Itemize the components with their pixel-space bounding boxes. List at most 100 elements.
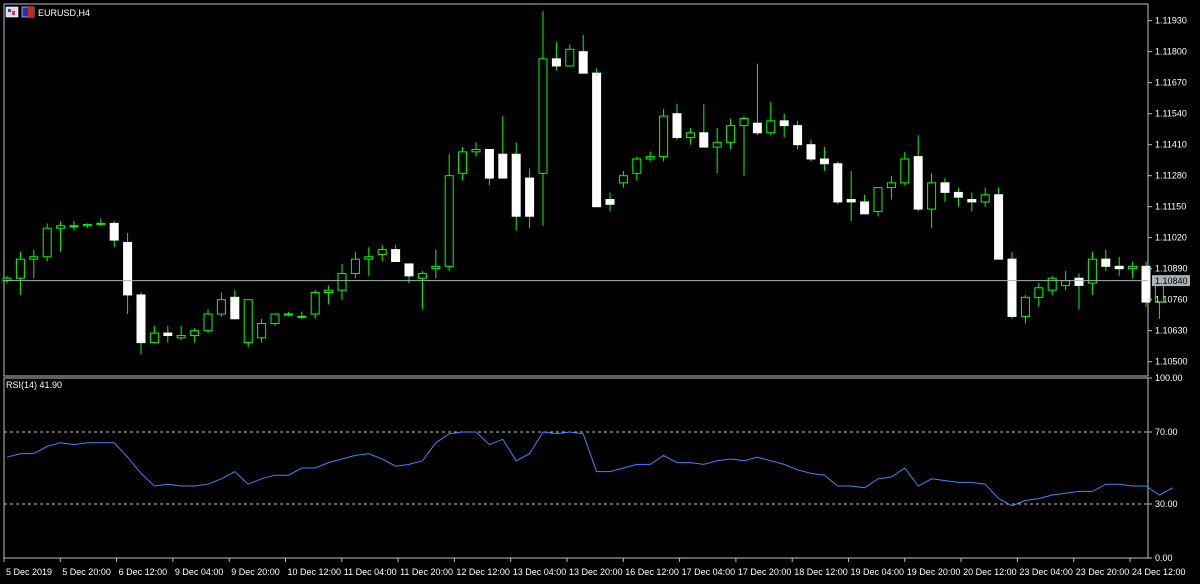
chart-window: EURUSD,H4 1.119301.118001.116701.115401.… <box>2 3 1190 577</box>
candle <box>672 104 682 140</box>
candle <box>806 139 816 162</box>
bull-candle-body <box>431 265 441 270</box>
candle <box>149 325 159 344</box>
bull-candle-body <box>618 175 628 184</box>
symbol-flag-icon <box>21 6 35 18</box>
candle <box>1128 261 1138 279</box>
rsi-line <box>6 431 1174 507</box>
rsi-tick-label: 0.00 <box>1155 553 1173 563</box>
candle <box>846 170 856 221</box>
bull-candle-body <box>149 332 159 344</box>
bull-candle-body <box>283 313 293 316</box>
bear-candle-body <box>163 332 173 336</box>
bull-candle-body <box>632 158 642 174</box>
bull-candle-body <box>659 115 669 158</box>
candle <box>551 42 561 71</box>
price-tick-label: 1.11930 <box>1155 16 1187 26</box>
bear-candle-body <box>498 153 508 179</box>
time-tick-label: 23 Dec 20:00 <box>1076 567 1130 577</box>
rsi-border <box>3 377 1149 559</box>
bull-candle-body <box>243 299 253 344</box>
bear-candle-body <box>833 163 843 203</box>
candle <box>538 11 548 226</box>
time-tick-label: 11 Dec 20:00 <box>400 567 453 577</box>
bull-candle-body <box>15 258 25 279</box>
candle <box>632 156 642 181</box>
price-tick-label: 1.10760 <box>1155 295 1188 305</box>
candle <box>109 221 119 248</box>
candle <box>337 263 347 300</box>
price-tick-label: 1.10890 <box>1155 264 1188 274</box>
bull-candle-body <box>685 132 695 139</box>
candle <box>69 221 79 231</box>
time-tick-label: 5 Dec 20:00 <box>62 567 111 577</box>
candle <box>297 311 307 319</box>
price-tick-label: 1.11280 <box>1155 171 1187 181</box>
bear-candle-body <box>672 113 682 139</box>
candle <box>364 247 374 276</box>
bear-candle-body <box>1074 277 1084 286</box>
time-tick-label: 19 Dec 04:00 <box>851 567 905 577</box>
bull-candle-body <box>69 225 79 228</box>
candle <box>82 223 92 229</box>
bear-candle-body <box>551 58 561 67</box>
bull-candle-body <box>739 117 749 127</box>
bull-candle-body <box>900 158 910 184</box>
bull-candle-body <box>1020 296 1030 317</box>
candle <box>190 328 200 343</box>
candle <box>243 299 253 348</box>
chart-window-icon <box>5 6 19 18</box>
candle <box>779 113 789 138</box>
bear-candle-body <box>1101 258 1111 267</box>
candle <box>659 108 669 162</box>
bear-candle-body <box>592 72 602 208</box>
candle <box>484 148 494 186</box>
bear-candle-body <box>511 153 521 217</box>
time-tick-label: 19 Dec 20:00 <box>907 567 961 577</box>
bull-candle-body <box>927 182 937 210</box>
candle <box>860 194 870 215</box>
candle <box>685 128 695 145</box>
price-tick-label: 1.11150 <box>1155 202 1186 212</box>
bull-candle-body <box>444 175 454 267</box>
candle <box>471 142 481 157</box>
candle <box>913 135 923 212</box>
bull-candle-body <box>538 58 548 174</box>
time-tick-label: 20 Dec 12:00 <box>963 567 1017 577</box>
time-tick-label: 11 Dec 04:00 <box>344 567 397 577</box>
candle <box>605 192 615 212</box>
candle <box>511 142 521 231</box>
bear-candle-body <box>860 201 870 215</box>
bear-candle-body <box>953 191 963 198</box>
time-tick-label: 12 Dec 12:00 <box>456 567 510 577</box>
bull-candle-body <box>216 299 226 315</box>
candle <box>1020 294 1030 324</box>
bear-candle-body <box>404 263 414 277</box>
price-axis: 1.11930 1.11800 1.11670 1.11540 1.11410 1.112… <box>1148 16 1188 367</box>
current-price-label: 1.10840 <box>1155 276 1188 286</box>
candle <box>1047 275 1057 295</box>
candle <box>793 120 803 150</box>
bull-candle-body <box>712 141 722 148</box>
bull-candle-body <box>203 313 213 332</box>
candle <box>565 44 575 67</box>
candle <box>900 151 910 186</box>
candle <box>699 104 709 148</box>
bull-candle-body <box>645 156 655 160</box>
bull-candle-body <box>471 148 481 153</box>
candle <box>444 154 454 272</box>
bull-candle-body <box>364 256 374 260</box>
bull-candle-body <box>1128 265 1138 270</box>
candle <box>1007 252 1017 319</box>
candle <box>270 313 280 326</box>
bear-candle-body <box>779 120 789 127</box>
price-chart-frame <box>3 3 1149 377</box>
time-tick-label: 13 Dec 20:00 <box>569 567 623 577</box>
candle <box>752 63 762 136</box>
time-axis: 5 Dec 2019 5 Dec 20:00 6 Dec 12:00 9 Dec 04… <box>3 558 1186 577</box>
candle <box>96 218 106 226</box>
time-tick-label: 5 Dec 2019 <box>6 567 52 577</box>
bear-candle-body <box>109 222 119 241</box>
bull-candle-body <box>29 256 39 260</box>
bull-candle-body <box>56 225 66 229</box>
